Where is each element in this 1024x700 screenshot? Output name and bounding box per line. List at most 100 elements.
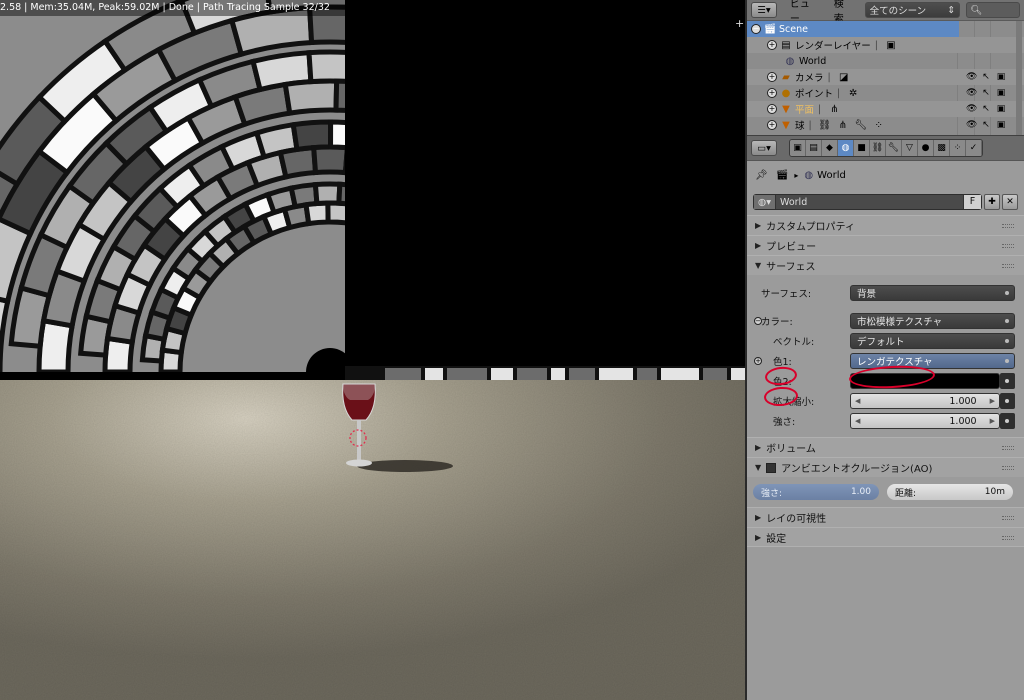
physics-tab-icon[interactable]: ✓ [966, 140, 982, 156]
scene-tab-icon[interactable]: ◆ [822, 140, 838, 156]
pin-icon[interactable]: 📌︎ [755, 170, 768, 181]
render-viewport[interactable]: 2.58 | Mem:35.04M, Peak:59.02M | Done | … [0, 0, 745, 700]
particles-icon: ⁘ [874, 119, 883, 131]
tree-label: ポイント [795, 89, 834, 100]
render-icon[interactable]: ▣ [996, 72, 1006, 82]
panel-surface[interactable]: ▼ サーフェス [747, 255, 1024, 275]
ao-enable-checkbox[interactable] [766, 462, 777, 473]
tree-row-world[interactable]: ◍ World [747, 53, 1024, 69]
data-tab-icon[interactable]: ▽ [902, 140, 918, 156]
world-name-field[interactable]: ◍▾ World F [753, 194, 982, 210]
object-tab-icon[interactable]: ■ [854, 140, 870, 156]
outliner-tree[interactable]: − 🎬︎ Scene + ▤ レンダーレイヤー | ▣ ◍ World + ▰ … [747, 21, 1024, 135]
editor-type-button[interactable]: ☰▾ [751, 2, 777, 18]
vector-row: ベクトル: デフォルト [747, 331, 1024, 351]
color-label: カラー: [761, 317, 793, 328]
vector-input-select[interactable]: デフォルト [850, 333, 1015, 349]
color1-input-select[interactable]: レンガテクスチャ [850, 353, 1015, 369]
render-icon[interactable]: ▣ [996, 104, 1006, 114]
panel-settings[interactable]: ▶ 設定 [747, 527, 1024, 547]
tree-row-camera[interactable]: + ▰ カメラ | ◪ 👁︎ ↖ ▣ [747, 69, 1024, 85]
tree-row-scene[interactable]: − 🎬︎ Scene [747, 21, 959, 37]
panel-ray-visibility[interactable]: ▶ レイの可視性 [747, 507, 1024, 527]
cursor-icon[interactable]: ↖ [981, 72, 991, 82]
unlink-world-icon[interactable]: ✕ [1002, 194, 1018, 210]
eye-icon[interactable]: 👁︎ [966, 120, 977, 130]
expand-icon[interactable]: + [767, 104, 777, 114]
panel-title: カスタムプロパティ [766, 222, 855, 233]
expand-icon[interactable]: + [767, 40, 777, 50]
color2-label: 色2: [773, 377, 792, 388]
tree-row-sphere[interactable]: + ▼ 球 | ⛓︎ ⋔ 🔧︎ ⁘ 👁︎ ↖ ▣ [747, 117, 1024, 133]
panel-preview[interactable]: ▶ プレビュー [747, 235, 1024, 255]
world-browse-icon[interactable]: ◍▾ [754, 195, 776, 209]
render-icon[interactable]: ▣ [996, 88, 1006, 98]
expand-link-icon[interactable]: + [754, 357, 762, 365]
ao-distance-label: 距離: [895, 488, 917, 499]
surface-shader-select[interactable]: 背景 [850, 285, 1015, 301]
constraint-tab-icon[interactable]: ⛓︎ [870, 140, 886, 156]
tree-row-plane[interactable]: + ▼ 平面 | ⋔ 👁︎ ↖ ▣ [747, 101, 1024, 117]
texture-tab-icon[interactable]: ▩ [934, 140, 950, 156]
panel-custom-properties[interactable]: ▶ カスタムプロパティ [747, 215, 1024, 235]
collapsed-triangle-icon: ▶ [755, 532, 762, 542]
panel-volume[interactable]: ▶ ボリューム [747, 437, 1024, 457]
world-datablock: ◍▾ World F ✚ ✕ [747, 189, 1024, 215]
cursor-icon[interactable]: ↖ [981, 120, 991, 130]
color-input-value: 市松模様テクスチャ [857, 317, 943, 328]
color2-socket-button[interactable] [1000, 373, 1015, 389]
eye-icon[interactable]: 👁︎ [966, 88, 977, 98]
color2-swatch[interactable] [850, 373, 1000, 389]
ao-distance-value: 10m [984, 487, 1005, 497]
tree-row-render-layers[interactable]: + ▤ レンダーレイヤー | ▣ [747, 37, 1024, 53]
scale-socket-button[interactable] [1000, 393, 1015, 409]
expand-icon[interactable]: + [767, 72, 777, 82]
render-icon[interactable]: ▣ [996, 120, 1006, 130]
updown-icon: ⇕ [947, 4, 956, 16]
fake-user-button[interactable]: F [963, 195, 981, 209]
color1-label: 色1: [773, 357, 792, 368]
properties-editor-type-button[interactable]: ▭▾ [751, 140, 777, 156]
particles-tab-icon[interactable]: ⁘ [950, 140, 966, 156]
breadcrumb-world: World [817, 169, 846, 181]
render-layers-tab-icon[interactable]: ▤ [806, 140, 822, 156]
properties-icon: ▭▾ [757, 142, 771, 154]
panel-title: プレビュー [766, 242, 817, 253]
render-tab-icon[interactable]: ▣ [790, 140, 806, 156]
outliner-search-input[interactable]: 🔍︎ [966, 2, 1021, 18]
eye-icon[interactable]: 👁︎ [966, 72, 977, 82]
ao-strength-slider[interactable]: 強さ: 1.00 [753, 484, 879, 500]
expand-icon[interactable]: + [767, 88, 777, 98]
material-tab-icon[interactable]: ● [918, 140, 934, 156]
scene-icon: 🎬︎ [775, 169, 789, 181]
color-row: − カラー: 市松模様テクスチャ [747, 311, 1024, 331]
vector-input-value: デフォルト [857, 337, 905, 348]
ao-distance-field[interactable]: 距離: 10m [887, 484, 1013, 500]
scale-number-field[interactable]: ◀ 1.000 ▶ [850, 393, 1000, 409]
cursor-icon[interactable]: ↖ [981, 104, 991, 114]
world-tab-icon[interactable]: ◍ [838, 140, 854, 156]
camera-icon: ▰ [782, 71, 790, 83]
rendered-scene-image [0, 0, 745, 700]
add-world-icon[interactable]: ✚ [984, 194, 1000, 210]
strength-socket-button[interactable] [1000, 413, 1015, 429]
wrench-icon: 🔧︎ [854, 119, 868, 131]
scene-filter-select[interactable]: 全てのシーン ⇕ [864, 2, 961, 18]
outliner-scrollbar[interactable] [1016, 21, 1022, 135]
cursor-icon[interactable]: ↖ [981, 88, 991, 98]
panel-ambient-occlusion[interactable]: ▼ アンビエントオクルージョン(AO) [747, 457, 1024, 477]
strength-number-field[interactable]: ◀ 1.000 ▶ [850, 413, 1000, 429]
modifier-tab-icon[interactable]: 🔧︎ [886, 140, 902, 156]
panel-title: 設定 [766, 533, 787, 545]
collapse-icon[interactable]: − [751, 24, 761, 34]
expand-icon[interactable]: + [767, 120, 777, 130]
scene-filter-value: 全てのシーン [869, 6, 927, 17]
world-icon: ◍ [804, 169, 814, 181]
collapsed-triangle-icon: ▶ [755, 241, 762, 250]
tree-row-lamp[interactable]: + ● ポイント | ✲ 👁︎ ↖ ▣ [747, 85, 1024, 101]
eye-icon[interactable]: 👁︎ [966, 104, 977, 114]
viewport-split-widget[interactable]: + [735, 17, 744, 30]
color-input-select[interactable]: 市松模様テクスチャ [850, 313, 1015, 329]
panel-title: ボリューム [766, 444, 816, 455]
panel-title: レイの可視性 [766, 514, 827, 525]
